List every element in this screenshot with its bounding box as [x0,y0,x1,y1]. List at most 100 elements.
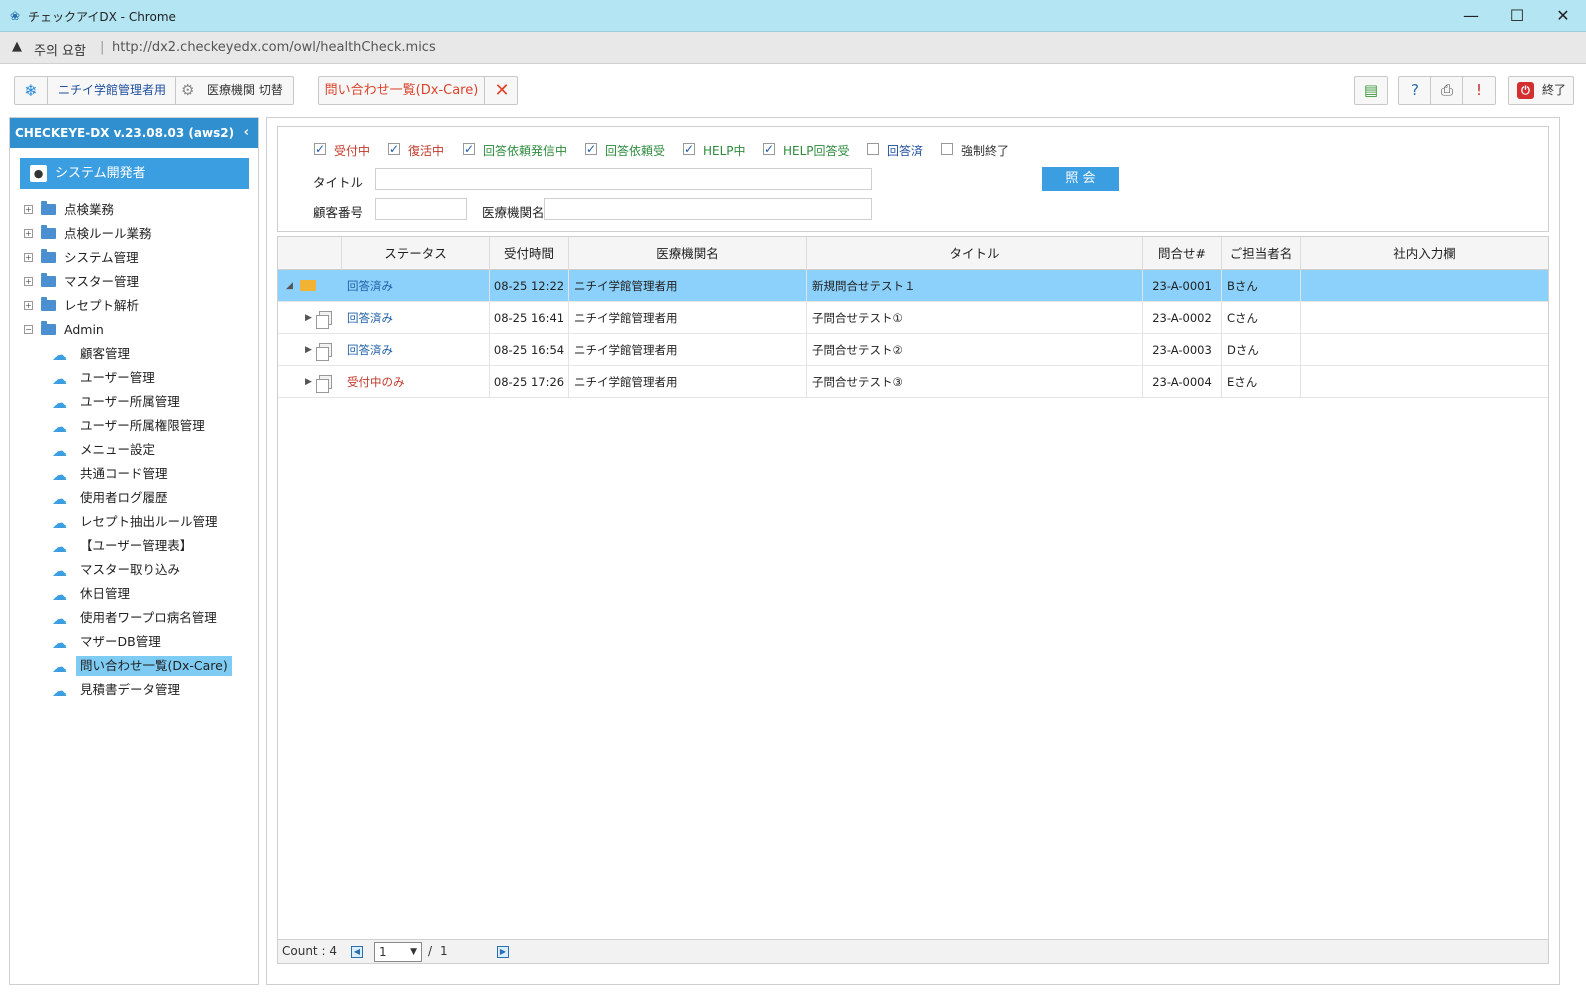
expand-row-icon[interactable]: ▶ [305,334,312,366]
row-tree-icons[interactable]: ▶ [278,302,341,334]
cell-title: 新規問合せテスト１ [807,270,1143,302]
expand-row-icon[interactable]: ▶ [305,302,312,334]
table-row[interactable]: ▶ 受付中のみ 08-25 17:26 ニチイ学館管理者用 子問合せテスト③ 2… [278,366,1548,398]
cloud-icon: ☁ [52,658,67,676]
security-warning[interactable]: 주의 요함 [34,40,86,59]
exit-button[interactable]: ⏻ 終了 [1508,76,1574,105]
row-tree-icons[interactable]: ▶ [278,366,341,398]
help-icon[interactable]: ? [1398,76,1432,105]
cell-time: 08-25 17:26 [490,366,569,398]
col-institution[interactable]: 医療機関名 [569,237,807,270]
row-tree-icons[interactable]: ▶ [278,334,341,366]
expand-icon[interactable]: + [24,277,33,286]
main-panel: 受付中 復活中 回答依頼発信中 回答依頼受 HELP中 HELP回答受 回答済 … [266,117,1560,985]
cell-institution: ニチイ学館管理者用 [569,302,807,334]
col-status[interactable]: ステータス [342,237,490,270]
expand-icon[interactable]: + [24,205,33,214]
title-input[interactable] [375,168,872,190]
cell-time: 08-25 16:41 [490,302,569,334]
current-user: ● システム開発者 [20,158,249,189]
pager: Count : 4 ◀ 1 ▼ / 1 ▶ [278,939,1548,963]
customer-number-input[interactable] [375,198,467,220]
col-internal-note[interactable]: 社内入力欄 [1301,237,1548,270]
cell-person: Cさん [1222,302,1301,334]
next-page-button[interactable]: ▶ [497,946,509,958]
table-row[interactable]: ▶ 回答済み 08-25 16:54 ニチイ学館管理者用 子問合せテスト② 23… [278,334,1548,366]
col-person[interactable]: ご担当者名 [1222,237,1301,270]
cell-internal-note[interactable] [1301,302,1548,334]
cell-status: 回答済み [342,270,490,302]
cloud-icon: ☁ [52,394,67,412]
alert-icon[interactable]: ! [1462,76,1496,105]
cell-internal-note[interactable] [1301,270,1548,302]
switch-institution-button[interactable]: 医療機関 切替 [207,77,283,104]
exit-label: 終了 [1542,83,1567,97]
col-title[interactable]: タイトル [807,237,1143,270]
power-icon: ⏻ [1517,82,1534,99]
col-received-time[interactable]: 受付時間 [490,237,569,270]
tab-inquiry-list[interactable]: 問い合わせ一覧(Dx-Care) [319,77,485,104]
expand-icon[interactable]: + [24,253,33,262]
folder-icon [41,225,56,239]
app-icon: ❀ [9,9,21,23]
expand-icon[interactable]: + [24,301,33,310]
org-label[interactable]: ニチイ学館管理者用 [49,77,176,104]
sidebar-header: CHECKEYE-DX v.23.08.03 (aws2) ‹ [10,118,258,148]
org-switcher: ❄ ニチイ学館管理者用 ⚙ 医療機関 切替 [14,76,294,105]
institution-name-input[interactable] [544,198,872,220]
folder-open-icon [41,321,56,335]
checkbox-box[interactable] [867,143,879,155]
close-window-button[interactable]: ✕ [1540,0,1586,32]
expand-icon[interactable]: + [24,229,33,238]
page-select[interactable]: 1 ▼ [374,942,422,962]
window-title: チェックアイDX - Chrome [28,10,176,24]
col-inquiry-id[interactable]: 問合せ# [1143,237,1222,270]
checkbox-box[interactable] [314,140,326,158]
checkbox-box[interactable] [388,140,400,158]
cloud-icon: ☁ [52,346,67,364]
cell-institution: ニチイ学館管理者用 [569,270,807,302]
search-button[interactable]: 照 会 [1042,167,1119,191]
collapse-sidebar-icon[interactable]: ‹ [244,118,249,148]
cell-status: 受付中のみ [342,366,490,398]
minimize-button[interactable]: — [1448,0,1494,32]
folder-icon [41,297,56,311]
checkbox-box[interactable] [763,140,775,158]
folder-icon [41,201,56,215]
col-icon [278,237,342,270]
app-version-title: CHECKEYE-DX v.23.08.03 (aws2) [15,126,235,140]
logo-icon[interactable]: ❄ [15,77,48,104]
folder-icon [41,249,56,263]
warning-icon: ▲ [12,39,22,54]
table-row[interactable]: ◢ 回答済み 08-25 12:22 ニチイ学館管理者用 新規問合せテスト１ 2… [278,270,1548,302]
gear-icon[interactable]: ⚙ [181,77,194,104]
table-row[interactable]: ▶ 回答済み 08-25 16:41 ニチイ学館管理者用 子問合せテスト① 23… [278,302,1548,334]
checkbox-box[interactable] [683,140,695,158]
checkbox-box[interactable] [941,143,953,155]
close-tab-button[interactable]: ✕ [486,77,518,104]
url-text[interactable]: http://dx2.checkeyedx.com/owl/healthChec… [112,40,436,55]
collapse-icon[interactable]: − [24,325,33,334]
print-icon[interactable]: ⎙ [1430,76,1464,105]
prev-page-button[interactable]: ◀ [351,946,363,958]
address-bar[interactable]: ▲ 주의 요함 | http://dx2.checkeyedx.com/owl/… [0,32,1586,64]
cloud-icon: ☁ [52,538,67,556]
maximize-button[interactable]: ☐ [1494,0,1540,32]
institution-name-label: 医療機関名 [482,205,545,220]
total-pages: 1 [440,944,448,958]
row-tree-icons[interactable]: ◢ [278,270,341,302]
layout-icon[interactable]: ▤ [1354,76,1388,105]
cloud-icon: ☁ [52,370,67,388]
checkbox-box[interactable] [463,140,475,158]
cell-internal-note[interactable] [1301,366,1548,398]
checkbox-box[interactable] [585,140,597,158]
document-icon [316,375,332,393]
cell-institution: ニチイ学館管理者用 [569,366,807,398]
expand-row-icon[interactable]: ▶ [305,366,312,398]
cloud-icon: ☁ [52,682,67,700]
cell-internal-note[interactable] [1301,334,1548,366]
cell-time: 08-25 12:22 [490,270,569,302]
collapse-row-icon[interactable]: ◢ [286,270,293,302]
cell-institution: ニチイ学館管理者用 [569,334,807,366]
cell-person: Bさん [1222,270,1301,302]
